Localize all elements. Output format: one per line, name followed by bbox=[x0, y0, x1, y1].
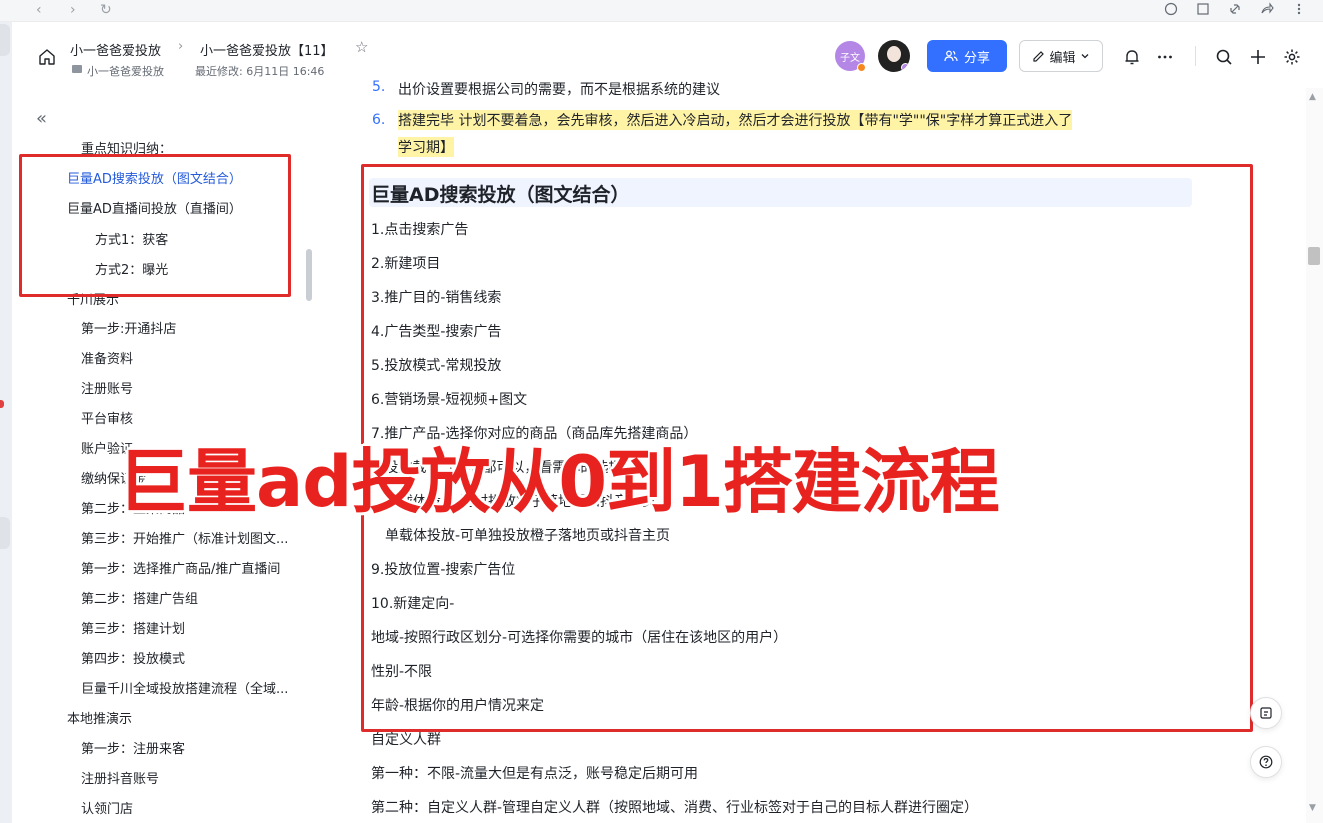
toc-item[interactable]: 第一步：选择推广商品/推广直播间 bbox=[81, 558, 280, 577]
toc-item[interactable]: 本地推演示 bbox=[67, 708, 132, 727]
avatar-status-badge bbox=[901, 63, 910, 72]
overlay-title: 巨量ad投放从0到1搭建流程 bbox=[118, 441, 1000, 523]
toc-item[interactable]: 第三步：开始推广（标准计划图文... bbox=[81, 528, 288, 547]
list-number: 5. bbox=[372, 79, 386, 95]
comment-icon[interactable] bbox=[1162, 0, 1180, 18]
folder-label[interactable]: 小一爸爸爱投放 bbox=[87, 63, 164, 79]
rail-tab[interactable] bbox=[0, 24, 10, 56]
window-icon[interactable] bbox=[1194, 0, 1212, 18]
toc-item[interactable]: 第四步：投放模式 bbox=[81, 648, 185, 667]
chevron-right-icon: › bbox=[178, 39, 184, 54]
toc-item[interactable]: 第一步：注册来客 bbox=[81, 738, 185, 757]
avatar-status-badge bbox=[857, 63, 866, 72]
pencil-icon bbox=[1033, 50, 1045, 62]
highlighted-text: 学习期】 bbox=[398, 137, 454, 157]
bell-icon[interactable] bbox=[1122, 47, 1142, 67]
rail-notification-dot bbox=[0, 400, 4, 408]
avatar[interactable]: 子文 bbox=[835, 41, 866, 72]
notes-icon[interactable] bbox=[1250, 697, 1282, 729]
toc-scrollbar[interactable] bbox=[306, 249, 312, 301]
link-icon[interactable] bbox=[1226, 0, 1244, 18]
back-icon[interactable]: ‹ bbox=[36, 1, 42, 19]
star-icon[interactable]: ☆ bbox=[355, 38, 368, 56]
highlighted-text: 搭建完毕 计划不要着急，会先审核，然后进入冷启动，然后才会进行投放【带有"学""… bbox=[398, 110, 1073, 130]
rail-tab[interactable] bbox=[0, 517, 10, 549]
home-icon[interactable] bbox=[38, 48, 56, 66]
content-line: 第一种：不限-流量大但是有点泛，账号稳定后期可用 bbox=[371, 766, 699, 782]
scroll-up-icon[interactable]: ▲ bbox=[1309, 92, 1316, 102]
toc-item[interactable]: 认领门店 bbox=[81, 798, 133, 817]
collapse-sidebar-icon[interactable]: « bbox=[36, 108, 47, 129]
scrollbar-thumb[interactable] bbox=[1308, 247, 1320, 265]
toc-item[interactable]: 第二步：搭建广告组 bbox=[81, 588, 198, 607]
content-line: 自定义人群 bbox=[371, 732, 441, 748]
share-arrow-icon[interactable] bbox=[1258, 0, 1276, 18]
forward-icon[interactable]: › bbox=[70, 1, 76, 19]
app-left-rail bbox=[0, 22, 12, 823]
users-icon bbox=[944, 50, 958, 62]
toc-item[interactable]: 第一步:开通抖店 bbox=[81, 318, 176, 337]
list-number: 6. bbox=[372, 112, 386, 128]
avatar[interactable] bbox=[878, 40, 910, 72]
more-vertical-icon[interactable] bbox=[1290, 0, 1308, 18]
list-item-text: 出价设置要根据公司的需要，而不是根据系统的建议 bbox=[398, 82, 720, 98]
breadcrumb-parent[interactable]: 小一爸爸爱投放 bbox=[70, 40, 161, 59]
gear-icon[interactable] bbox=[1282, 47, 1302, 67]
content-line: 第二种：自定义人群-管理自定义人群（按照地域、消费、行业标签对于自己的目标人群进… bbox=[371, 800, 979, 816]
header-divider bbox=[1195, 46, 1196, 66]
toc-item[interactable]: 准备资料 bbox=[81, 348, 133, 367]
annotation-box bbox=[19, 154, 291, 297]
toc-item[interactable]: 巨量千川全域投放搭建流程（全域... bbox=[81, 678, 288, 697]
toc-item[interactable]: 平台审核 bbox=[81, 408, 133, 427]
breadcrumb-current[interactable]: 小一爸爸爱投放【11】 bbox=[200, 40, 334, 59]
plus-icon[interactable] bbox=[1248, 47, 1268, 67]
more-horizontal-icon[interactable] bbox=[1155, 47, 1175, 67]
toc-item[interactable]: 第三步：搭建计划 bbox=[81, 618, 185, 637]
refresh-icon[interactable]: ↻ bbox=[100, 1, 112, 19]
toc-item[interactable]: 注册账号 bbox=[81, 378, 133, 397]
toc-item[interactable]: 注册抖音账号 bbox=[81, 768, 159, 787]
avatar-photo bbox=[887, 46, 901, 62]
share-button-label: 分享 bbox=[963, 49, 990, 65]
help-icon[interactable] bbox=[1250, 746, 1282, 778]
avatar-initials: 子文 bbox=[840, 52, 860, 64]
main-scrollbar[interactable] bbox=[1306, 88, 1323, 823]
folder-icon bbox=[72, 65, 82, 73]
search-icon[interactable] bbox=[1214, 47, 1234, 67]
scroll-down-icon[interactable]: ▼ bbox=[1309, 803, 1316, 813]
browser-toolbar: ‹ › ↻ bbox=[0, 0, 1323, 22]
edit-button-label: 编辑 bbox=[1049, 49, 1076, 65]
last-modified: 最近修改: 6月11日 16:46 bbox=[195, 65, 325, 78]
edit-button[interactable]: 编辑 bbox=[1019, 40, 1103, 72]
share-button[interactable]: 分享 bbox=[927, 40, 1007, 72]
chevron-down-icon bbox=[1081, 54, 1088, 59]
